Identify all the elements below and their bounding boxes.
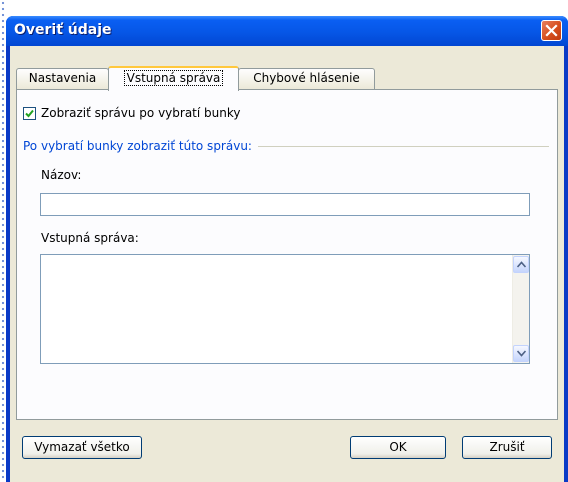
tab-settings-label: Nastavenia [28, 71, 97, 85]
scroll-up-icon [517, 261, 526, 268]
show-message-checkbox[interactable] [23, 107, 36, 120]
message-textarea[interactable] [40, 254, 530, 364]
title-bar[interactable]: Overiť údaje [6, 16, 568, 46]
clear-all-button[interactable]: Vymazať všetko [22, 436, 142, 459]
dialog-title: Overiť údaje [14, 22, 112, 38]
show-message-checkbox-label[interactable]: Zobraziť správu po vybratí bunky [41, 106, 240, 120]
dialog-client-area: Nastavenia Vstupná správa Chybové hlásen… [10, 46, 564, 482]
tab-panel: Zobraziť správu po vybratí bunky Po vybr… [16, 89, 558, 420]
validation-dialog: Overiť údaje Nastavenia Vstupná správa C… [6, 16, 568, 482]
checkmark-icon [25, 109, 34, 118]
tab-settings[interactable]: Nastavenia [16, 68, 109, 89]
tab-input-message-label: Vstupná správa [123, 70, 224, 86]
scroll-down-button[interactable] [513, 345, 529, 362]
title-input[interactable] [40, 193, 530, 216]
close-button[interactable] [541, 20, 562, 41]
scroll-up-button[interactable] [513, 256, 529, 273]
tab-error-alert-label: Chybové hlásenie [253, 71, 360, 85]
scroll-down-icon [517, 350, 526, 357]
message-field-label: Vstupná správa: [41, 231, 139, 245]
title-field-label: Názov: [41, 168, 82, 182]
group-label: Po vybratí bunky zobraziť túto správu: [23, 139, 258, 153]
ok-button[interactable]: OK [350, 436, 446, 459]
cancel-button[interactable]: Zrušiť [462, 436, 552, 459]
tab-input-message[interactable]: Vstupná správa [108, 66, 239, 91]
tab-error-alert[interactable]: Chybové hlásenie [238, 68, 375, 89]
close-icon [545, 24, 558, 37]
vertical-scrollbar[interactable] [512, 255, 529, 363]
